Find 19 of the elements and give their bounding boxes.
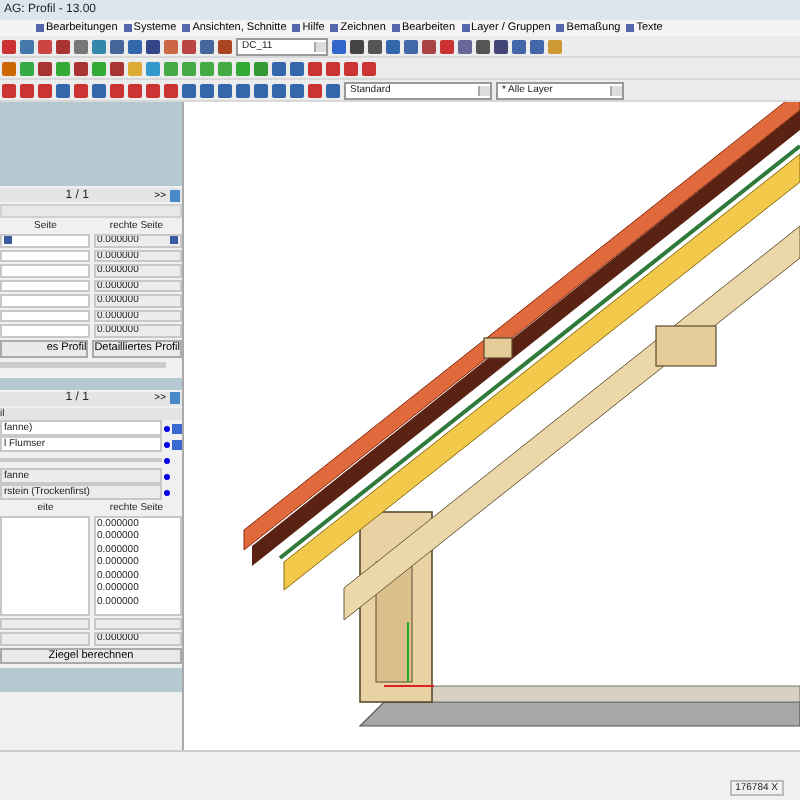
input-field[interactable]: [0, 324, 89, 337]
caret-icon: [478, 85, 490, 95]
input-field[interactable]: [0, 632, 89, 645]
input-field[interactable]: [0, 279, 89, 292]
caret-icon: [314, 41, 326, 51]
dot-icon[interactable]: [164, 457, 170, 463]
input-field[interactable]: [93, 617, 182, 630]
dot-icon[interactable]: [164, 473, 170, 479]
dot-icon[interactable]: [164, 441, 170, 447]
input-field[interactable]: [0, 264, 89, 277]
input-field[interactable]: [0, 234, 89, 247]
dot-icon[interactable]: [164, 425, 170, 431]
scroll-bar[interactable]: [0, 361, 166, 367]
caret-icon: [610, 85, 622, 95]
input-field[interactable]: [0, 294, 89, 307]
input-field[interactable]: [0, 617, 89, 630]
input-field[interactable]: [0, 249, 89, 262]
dot-icon[interactable]: [164, 489, 170, 495]
input-field[interactable]: [0, 309, 89, 322]
